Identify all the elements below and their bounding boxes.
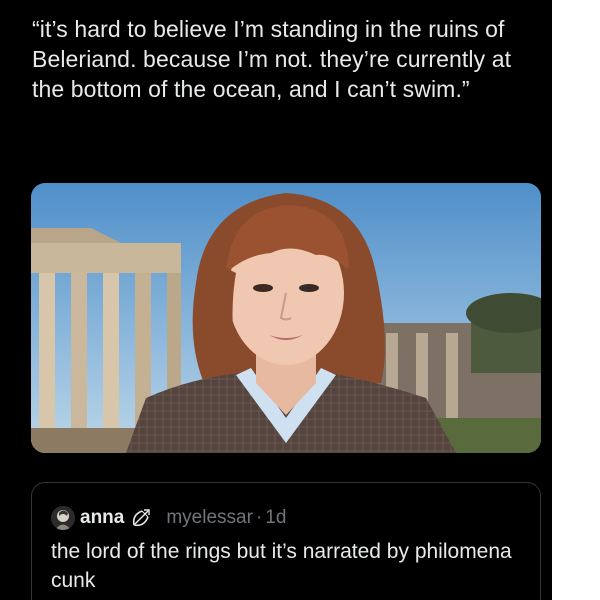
- post-photo: [31, 183, 541, 453]
- quoted-post[interactable]: anna myelessar · 1d the lord of the ring…: [31, 482, 541, 600]
- tweet-card: “it’s hard to believe I’m standing in th…: [0, 0, 552, 600]
- timestamp[interactable]: 1d: [265, 507, 286, 529]
- display-name[interactable]: anna: [80, 507, 124, 529]
- avatar[interactable]: [51, 506, 75, 530]
- quoted-post-text: the lord of the rings but it’s narrated …: [51, 540, 512, 592]
- avatar-image: [51, 506, 75, 530]
- bow-and-arrow-icon: [130, 507, 152, 529]
- separator-dot: ·: [255, 507, 263, 528]
- handle[interactable]: myelessar: [166, 507, 253, 529]
- post-image[interactable]: [31, 183, 541, 453]
- post-text: “it’s hard to believe I’m standing in th…: [32, 16, 512, 102]
- quoted-post-header: anna myelessar · 1d: [51, 503, 286, 533]
